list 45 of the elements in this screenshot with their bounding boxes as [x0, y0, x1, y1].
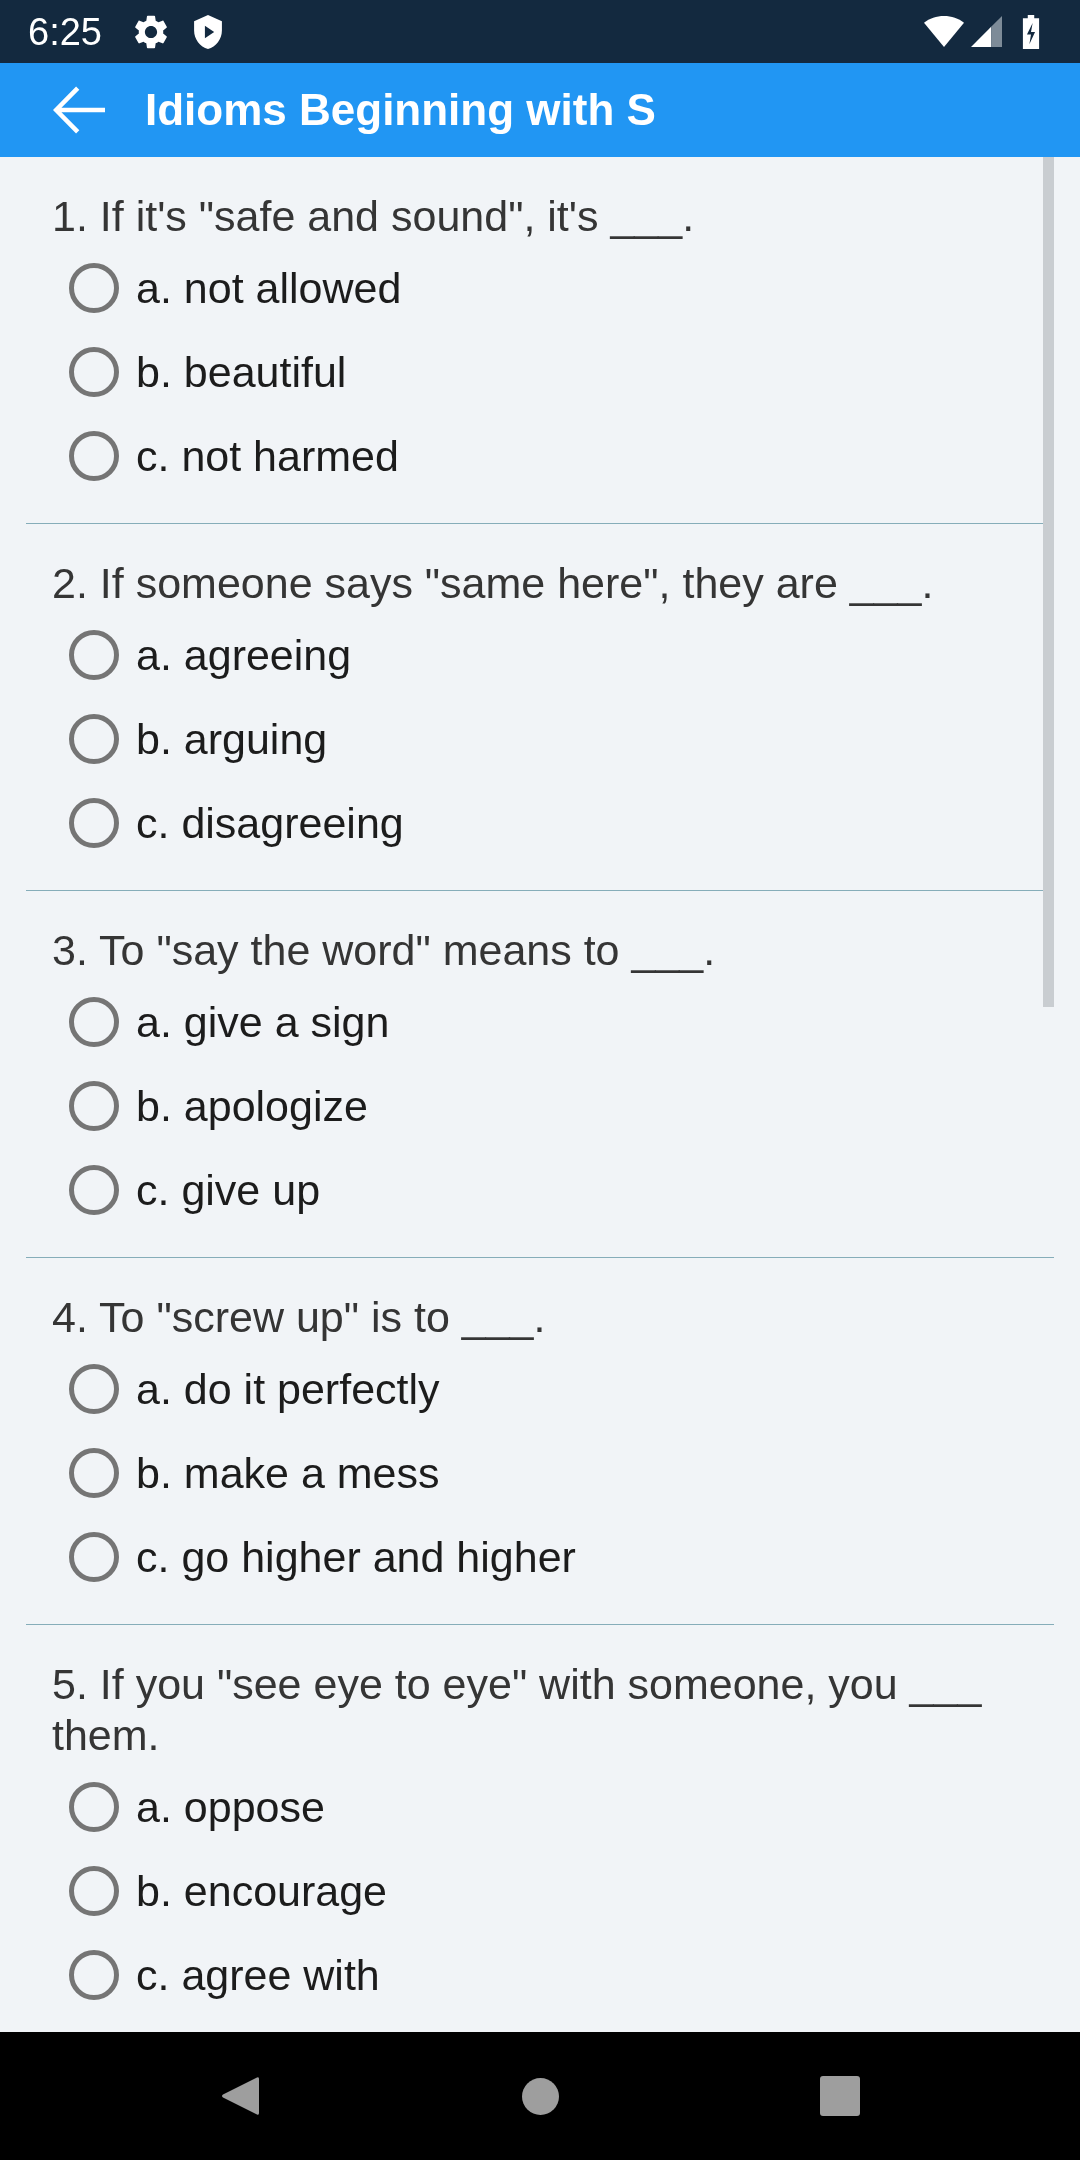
radio-button[interactable] — [69, 1950, 119, 2000]
radio-button[interactable] — [69, 798, 119, 848]
radio-button[interactable] — [69, 714, 119, 764]
question-text: 4. To "screw up" is to ___. — [51, 1292, 547, 1343]
option-label[interactable]: a. give a sign — [136, 996, 390, 1048]
question-text: 3. To "say the word" means to ___. — [51, 925, 717, 976]
option-label[interactable]: b. encourage — [136, 1865, 388, 1917]
gear-icon — [133, 14, 168, 49]
radio-button[interactable] — [69, 1081, 119, 1131]
question-text: 5. If you "see eye to eye" with someone, you ___ them. — [51, 1659, 983, 1761]
radio-button[interactable] — [69, 630, 119, 680]
option-label[interactable]: a. do it perfectly — [136, 1363, 440, 1415]
shield-play-icon — [193, 14, 222, 49]
option-label[interactable]: c. go higher and higher — [136, 1531, 576, 1583]
radio-button[interactable] — [69, 1165, 119, 1215]
option-label[interactable]: a. agreeing — [136, 629, 352, 681]
wifi-icon — [924, 16, 964, 47]
status-time: 6:25 — [28, 9, 102, 54]
option-label[interactable]: a. oppose — [136, 1781, 325, 1833]
option-label[interactable]: c. disagreeing — [136, 797, 404, 849]
option-label[interactable]: c. give up — [136, 1164, 321, 1216]
back-arrow-icon[interactable] — [53, 84, 105, 136]
back-icon[interactable] — [221, 2075, 259, 2117]
question-text: 2. If someone says "same here", they are ___. — [51, 558, 935, 609]
option-label[interactable]: b. apologize — [136, 1080, 368, 1132]
question-text: 1. If it's "safe and sound", it's ___. — [51, 191, 696, 242]
radio-button[interactable] — [69, 263, 119, 313]
option-label[interactable]: a. not allowed — [136, 262, 402, 314]
page-title: Idioms Beginning with S — [145, 84, 656, 136]
option-label[interactable]: b. arguing — [136, 713, 328, 765]
radio-button[interactable] — [69, 1448, 119, 1498]
battery-charging-icon — [1021, 14, 1041, 49]
radio-button[interactable] — [69, 347, 119, 397]
option-label[interactable]: c. not harmed — [136, 430, 399, 482]
radio-button[interactable] — [69, 1364, 119, 1414]
option-label[interactable]: b. beautiful — [136, 346, 347, 398]
radio-button[interactable] — [69, 1782, 119, 1832]
radio-button[interactable] — [69, 997, 119, 1047]
radio-button[interactable] — [69, 1532, 119, 1582]
radio-button[interactable] — [69, 1866, 119, 1916]
option-label[interactable]: b. make a mess — [136, 1447, 440, 1499]
radio-button[interactable] — [69, 431, 119, 481]
home-icon[interactable] — [521, 2077, 559, 2115]
signal-icon — [971, 16, 1002, 47]
option-label[interactable]: c. agree with — [136, 1949, 380, 2001]
